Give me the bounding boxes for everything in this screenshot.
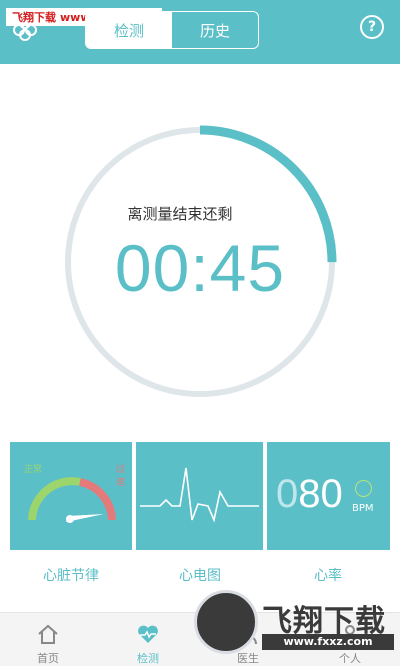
tabbar-label-detect: 检测	[137, 652, 159, 665]
watermark-brand: 飞翔下载	[12, 11, 56, 24]
countdown-timer: 00:45	[114, 231, 286, 305]
tabbar-item-home[interactable]: 首页	[8, 613, 88, 666]
heart-icon	[138, 625, 158, 643]
heart-rate-card-label: 心率	[314, 568, 342, 584]
watermark-logo: 飞翔下载 www.fxxz.com	[186, 590, 398, 666]
smile-icon	[355, 480, 372, 497]
rhythm-card[interactable]: 正常 过速	[10, 442, 132, 550]
logo-emblem-icon	[194, 590, 258, 654]
tabbar-label-home: 首页	[37, 652, 59, 665]
tabbar-item-detect[interactable]: 检测	[108, 613, 188, 666]
countdown-label: 离测量结束还剩	[127, 205, 233, 223]
rhythm-card-label: 心脏节律	[43, 568, 99, 584]
app-screen: 飞翔下载 www.FXXZ.com 检测 历史 ? 离测量结束还剩 00:45 …	[0, 0, 400, 666]
logo-url: www.fxxz.com	[262, 634, 394, 650]
ecg-card[interactable]	[136, 442, 263, 550]
help-icon[interactable]: ?	[360, 15, 384, 39]
gauge-high-label: 过速	[116, 465, 126, 488]
gauge-normal-label: 正常	[24, 465, 43, 475]
ecg-waveform-icon	[140, 467, 259, 523]
heart-rate-unit: BPM	[352, 503, 374, 514]
ecg-card-label: 心电图	[179, 568, 221, 584]
home-icon	[38, 624, 58, 644]
heart-rate-number: 80	[298, 472, 343, 516]
gauge-icon	[28, 477, 116, 523]
tab-history[interactable]: 历史	[172, 12, 258, 48]
heart-rate-leading-zero: 0	[276, 472, 299, 516]
heart-rate-value: 080	[276, 472, 343, 517]
top-bar: 飞翔下载 www.FXXZ.com 检测 历史 ?	[0, 0, 400, 64]
tab-detect[interactable]: 检测	[86, 12, 172, 48]
segmented-control: 检测 历史	[85, 11, 259, 49]
